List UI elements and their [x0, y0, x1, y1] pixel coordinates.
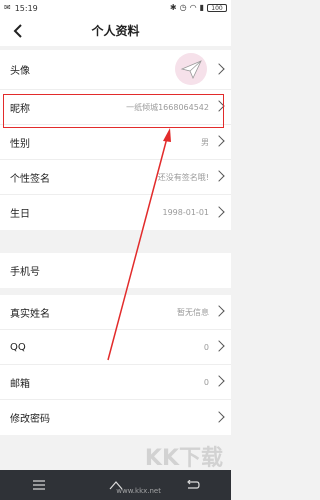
- signal-icon: ▮: [199, 3, 204, 12]
- phone-label: 手机号: [10, 267, 40, 278]
- phone-section: 手机号: [0, 253, 231, 288]
- gender-label: 性别: [10, 138, 30, 150]
- system-nav-bar: [0, 470, 231, 500]
- bluetooth-icon: ✱: [169, 3, 177, 12]
- back-arrow-icon: [13, 24, 22, 38]
- chevron-right-icon: [213, 375, 225, 387]
- top-bar: 个人资料: [0, 16, 231, 46]
- back-nav-button[interactable]: [183, 478, 203, 492]
- real-name-value: 暂无信息: [177, 307, 209, 317]
- alarm-icon: ◷: [179, 3, 187, 12]
- change-password-label: 修改密码: [10, 414, 50, 425]
- wifi-icon: ◠: [189, 3, 197, 12]
- qq-value: 0: [203, 342, 209, 352]
- status-bar: ✉ 15:19 ✱ ◷ ◠ ▮ 100: [0, 0, 231, 16]
- menu-button[interactable]: [29, 478, 49, 492]
- change-password-row[interactable]: 修改密码: [0, 400, 231, 435]
- watermark-url: www.kkx.net: [116, 487, 161, 495]
- chevron-right-icon: [213, 62, 225, 75]
- avatar: [175, 53, 207, 85]
- real-name-row[interactable]: 真实姓名 暂无信息: [0, 295, 231, 330]
- chevron-right-icon: [213, 305, 225, 317]
- chevron-right-icon: [213, 205, 225, 218]
- return-icon: [186, 480, 200, 489]
- email-value: 0: [203, 377, 209, 387]
- qq-label: QQ: [10, 341, 26, 353]
- battery-indicator: 100: [207, 4, 227, 12]
- chevron-right-icon: [213, 135, 225, 147]
- account-section: 真实姓名 暂无信息 QQ 0 邮箱 0 修改密码: [0, 295, 231, 435]
- gender-value: 男: [201, 137, 209, 147]
- watermark-logo: KK下载: [144, 446, 223, 471]
- avatar-row[interactable]: 头像: [0, 50, 231, 90]
- birthday-row[interactable]: 生日 1998-01-01: [0, 195, 231, 230]
- chevron-right-icon: [213, 410, 225, 423]
- highlight-box: [3, 94, 224, 128]
- birthday-value: 1998-01-01: [162, 208, 210, 217]
- menu-icon: [32, 480, 45, 490]
- message-icon: ✉: [4, 3, 11, 12]
- back-button[interactable]: [6, 19, 30, 43]
- email-label: 邮箱: [10, 378, 30, 390]
- email-row[interactable]: 邮箱 0: [0, 365, 231, 400]
- chevron-right-icon: [213, 170, 225, 182]
- signature-label: 个性签名: [10, 173, 50, 185]
- gender-row[interactable]: 性别 男: [0, 125, 231, 160]
- real-name-label: 真实姓名: [10, 308, 50, 320]
- signature-row[interactable]: 个性签名 还没有签名哦!: [0, 160, 231, 195]
- birthday-label: 生日: [10, 209, 30, 220]
- signature-value: 还没有签名哦!: [157, 172, 209, 182]
- paper-plane-icon: [175, 53, 207, 85]
- qq-row[interactable]: QQ 0: [0, 330, 231, 365]
- chevron-right-icon: [213, 340, 225, 352]
- profile-section: 头像 昵称 一纸倾城1668064542 性别 男 个性签名 还没有签名哦! 生…: [0, 50, 231, 230]
- status-time: 15:19: [14, 3, 38, 13]
- avatar-label: 头像: [10, 66, 30, 77]
- page-title: 个人资料: [91, 24, 140, 38]
- phone-row[interactable]: 手机号: [0, 253, 231, 288]
